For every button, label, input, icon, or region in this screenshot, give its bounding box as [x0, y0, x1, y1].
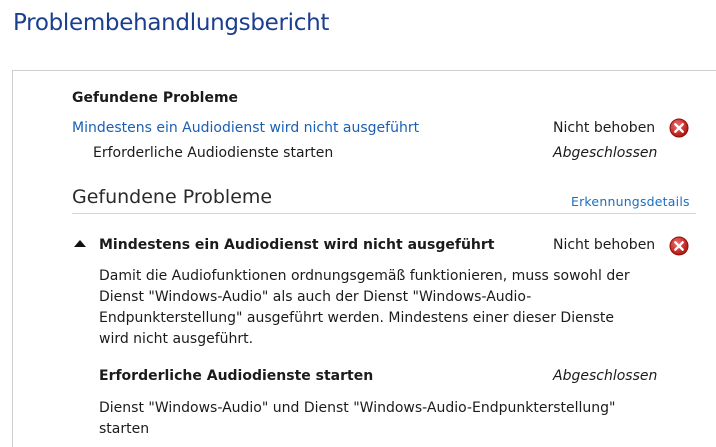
section-divider: [72, 213, 696, 214]
summary-heading: Gefundene Probleme: [72, 90, 239, 106]
details-problem-description: Damit die Audiofunktionen ordnungsgemäß …: [99, 268, 630, 347]
details-heading: Gefundene Probleme: [72, 186, 273, 208]
details-action-description: Dienst "Windows-Audio" und Dienst "Windo…: [99, 400, 616, 437]
summary-action-label: Erforderliche Audiodienste starten: [93, 145, 334, 161]
details-action-label: Erforderliche Audiodienste starten: [99, 368, 374, 384]
caret-up-icon[interactable]: [74, 240, 86, 247]
details-problem-label[interactable]: Mindestens ein Audiodienst wird nicht au…: [99, 237, 494, 253]
panel-border-top: [12, 70, 716, 71]
details-action-status: Abgeschlossen: [553, 368, 658, 384]
error-icon: [669, 118, 689, 138]
summary-action-status: Abgeschlossen: [553, 145, 658, 161]
panel-border-left: [12, 70, 13, 447]
summary-problem-status: Nicht behoben: [553, 120, 656, 136]
details-problem-status: Nicht behoben: [553, 237, 656, 253]
summary-problem-link[interactable]: Mindestens ein Audiodienst wird nicht au…: [72, 120, 419, 136]
error-icon: [669, 236, 689, 256]
page-title: Problembehandlungsbericht: [13, 10, 330, 36]
detection-details-link[interactable]: Erkennungsdetails: [571, 194, 690, 209]
